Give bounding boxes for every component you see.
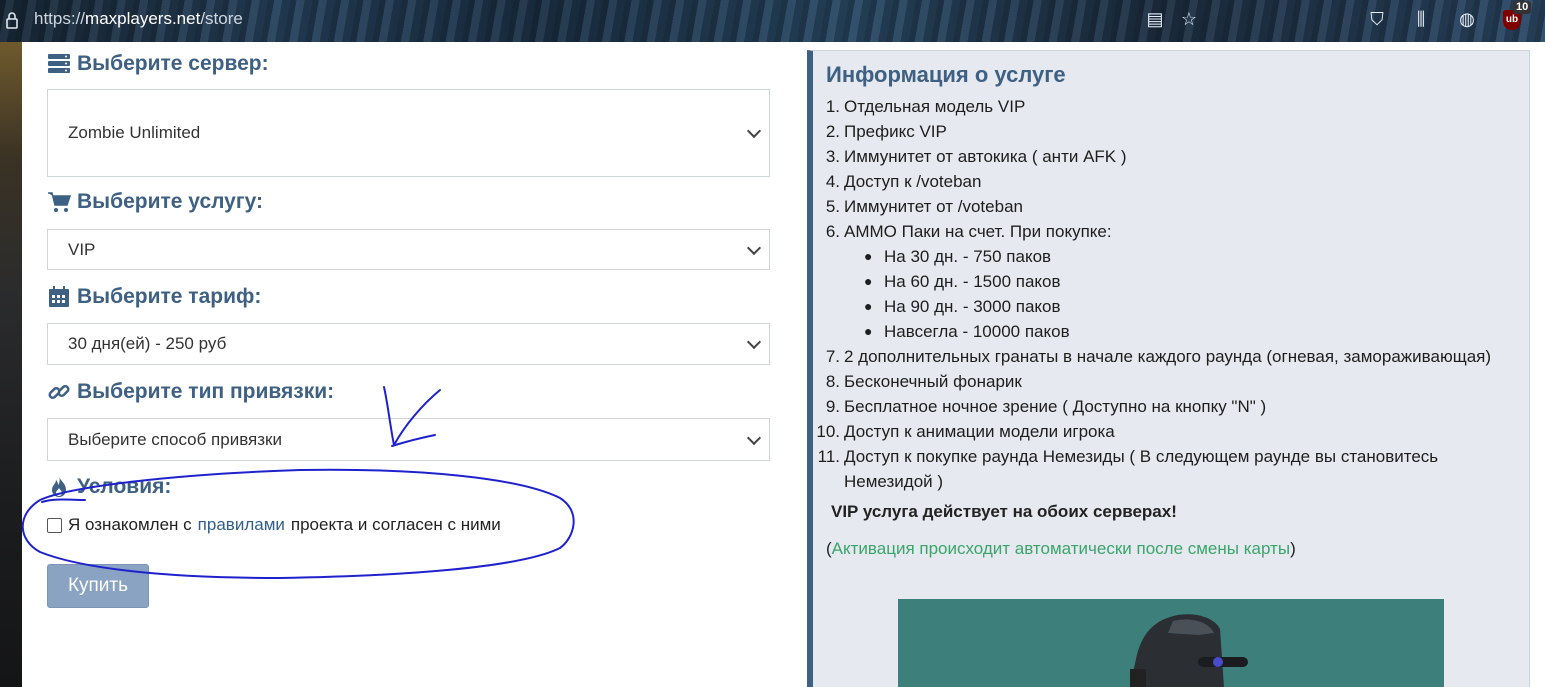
soldier-figure bbox=[1130, 614, 1248, 687]
ublock-badge: 10 bbox=[1513, 1, 1532, 14]
conditions-label-text: Условия: bbox=[77, 475, 172, 498]
url-path: /store bbox=[200, 9, 243, 28]
list-item: 4. Доступ к /voteban bbox=[825, 172, 982, 191]
buy-button[interactable]: Купить bbox=[47, 564, 149, 608]
server-select[interactable]: Zombie Unlimited bbox=[47, 89, 770, 177]
list-item: 2. Префикс VIP bbox=[825, 122, 947, 141]
activation-note: (Активация происходит автоматически посл… bbox=[826, 539, 1296, 558]
service-select-value: VIP bbox=[68, 239, 96, 259]
link-icon bbox=[48, 384, 70, 400]
info-title: Информация о услуге bbox=[826, 62, 1066, 87]
binding-select-value: Выберите способ привязки bbox=[68, 429, 282, 449]
list-item: 7. 2 дополнительных гранаты в начале кажд… bbox=[825, 347, 1492, 366]
browser-toolbar: https://maxplayers.net/store ▤ ☆ ⛉ ⫼ ◍ u… bbox=[0, 0, 1545, 42]
server-icon bbox=[48, 54, 70, 73]
service-label-text: Выберите услугу: bbox=[77, 190, 264, 213]
ammo-item: ● На 30 дн. - 750 паков bbox=[864, 247, 1052, 266]
agree-checkbox[interactable] bbox=[47, 517, 62, 533]
list-item: 1. Отдельная модель VIP bbox=[825, 97, 1026, 116]
chevron-down-icon bbox=[746, 123, 762, 139]
activation-text: Активация происходит автоматически после… bbox=[831, 539, 1291, 558]
list-item: 6. AMMO Паки на счет. При покупке: bbox=[825, 222, 1112, 241]
ammo-item: ● На 90 дн. - 3000 паков bbox=[864, 297, 1061, 316]
vip-model-image bbox=[898, 599, 1444, 687]
cart-icon bbox=[48, 192, 71, 212]
reader-view-icon[interactable]: ▤ bbox=[1144, 8, 1166, 30]
chevron-down-icon bbox=[746, 430, 762, 445]
conditions-label: Условия: bbox=[47, 475, 171, 499]
list-item: 5. Иммунитет от /voteban bbox=[825, 197, 1023, 216]
binding-label-text: Выберите тип привязки: bbox=[77, 380, 335, 403]
info-list: 1. Отдельная модель VIP 2. Префикс VIP 3. И… bbox=[816, 94, 1491, 494]
chevron-down-icon bbox=[746, 334, 762, 350]
globe-icon[interactable]: ◍ bbox=[1456, 8, 1478, 30]
list-item: 10. Доступ к анимации модели игрока bbox=[816, 422, 1115, 441]
fire-icon bbox=[52, 476, 66, 497]
url-host: maxplayers.net bbox=[85, 9, 201, 28]
lock-icon bbox=[6, 12, 18, 29]
background-artwork bbox=[0, 42, 22, 687]
tariff-label: Выберите тариф: bbox=[47, 285, 261, 309]
list-item: 8. Бесконечный фонарик bbox=[825, 372, 1022, 391]
agree-row: Я ознакомлен с правилами проекта и согла… bbox=[47, 515, 501, 535]
binding-select[interactable]: Выберите способ привязки bbox=[47, 418, 770, 461]
calendar-icon bbox=[49, 286, 69, 307]
url-prefix: https:// bbox=[34, 9, 86, 28]
tariff-label-text: Выберите тариф: bbox=[77, 285, 262, 308]
tariff-select[interactable]: 30 дня(ей) - 250 руб bbox=[47, 323, 770, 365]
library-icon[interactable]: ⫼ bbox=[1410, 8, 1432, 30]
bookmark-star-icon[interactable]: ☆ bbox=[1178, 8, 1200, 30]
list-item: 11. Доступ к покупке раунда Немезиды ( В … bbox=[817, 447, 1439, 466]
tariff-select-value: 30 дня(ей) - 250 руб bbox=[68, 334, 227, 353]
service-select[interactable]: VIP bbox=[47, 229, 770, 270]
chevron-down-icon bbox=[746, 240, 762, 255]
vip-note: VIP услуга действует на обоих серверах! bbox=[831, 502, 1177, 521]
binding-label: Выберите тип привязки: bbox=[47, 380, 334, 404]
service-label: Выберите услугу: bbox=[47, 190, 263, 214]
ammo-item: ● Навсегла - 10000 паков bbox=[864, 322, 1070, 341]
address-bar[interactable]: https://maxplayers.net/store bbox=[34, 9, 243, 29]
agree-text-pre: Я ознакомлен с bbox=[68, 515, 192, 534]
agree-text-post: проекта и согласен с ними bbox=[290, 515, 501, 534]
rules-link[interactable]: правилами bbox=[198, 515, 285, 535]
list-item: 9. Бесплатное ночное зрение ( Доступно на… bbox=[825, 397, 1267, 416]
pocket-icon[interactable]: ⛉ bbox=[1366, 8, 1388, 30]
list-item-continuation: Немезидой ) bbox=[844, 472, 944, 491]
server-label: Выберите сервер: bbox=[47, 52, 269, 76]
list-item: 3. Иммунитет от автокика ( анти AFK ) bbox=[825, 147, 1127, 166]
ammo-item: ● На 60 дн. - 1500 паков bbox=[864, 272, 1061, 291]
server-select-value: Zombie Unlimited bbox=[68, 123, 201, 142]
server-label-text: Выберите сервер: bbox=[77, 52, 269, 75]
